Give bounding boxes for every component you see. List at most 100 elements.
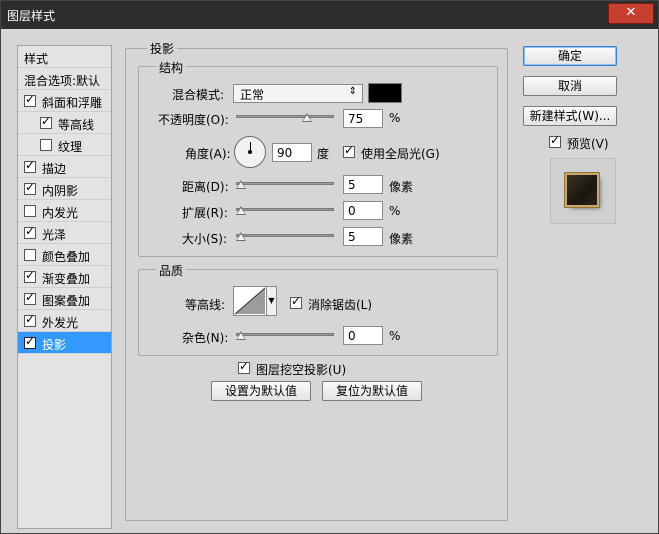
style-item-label: 颜色叠加 [42, 250, 91, 264]
distance-slider[interactable] [236, 177, 334, 191]
noise-slider-thumb[interactable] [236, 331, 246, 340]
style-item[interactable]: ✓ 外发光 [18, 310, 111, 332]
angle-dial[interactable] [234, 136, 266, 168]
style-item-label: 光泽 [42, 228, 67, 242]
angle-input[interactable]: 90 [272, 143, 312, 162]
contour-dropdown-icon[interactable]: ▼ [267, 286, 277, 316]
opacity-unit: % [389, 111, 401, 125]
spread-slider-thumb[interactable] [236, 206, 246, 215]
style-item-label: 内发光 [42, 206, 79, 220]
check-icon: ✓ [25, 268, 36, 282]
styles-header[interactable]: 样式 [18, 46, 111, 68]
size-input[interactable]: 5 [343, 227, 383, 246]
check-icon: ✓ [550, 133, 561, 147]
noise-input[interactable]: 0 [343, 326, 383, 345]
check-icon: ✓ [25, 92, 36, 106]
size-slider-thumb[interactable] [236, 232, 246, 241]
window-title: 图层样式 [7, 9, 56, 23]
style-item-checkbox[interactable]: ✓ [24, 92, 36, 107]
style-item-checkbox[interactable]: ✓ [24, 180, 36, 195]
style-item-checkbox[interactable] [24, 205, 36, 217]
style-item[interactable]: ✓ 投影 [18, 332, 111, 354]
style-item-checkbox[interactable]: ✓ [24, 334, 36, 349]
anti-alias-label: 消除锯齿(L) [308, 298, 373, 312]
style-item-label: 斜面和浮雕 [42, 96, 103, 110]
layer-style-dialog: 图层样式 ✕ 样式 混合选项:默认 ✓ 斜面和浮雕 ✓ 等高线纹理 ✓ 描边 ✓ 内阴影内发光… [0, 0, 659, 534]
check-icon: ✓ [25, 224, 36, 238]
style-item-checkbox[interactable]: ✓ [24, 312, 36, 327]
distance-input[interactable]: 5 [343, 175, 383, 194]
check-icon: ✓ [239, 359, 250, 373]
blend-mode-label: 混合模式: [172, 88, 225, 102]
blending-options-label: 混合选项:默认 [24, 74, 101, 88]
close-button[interactable]: ✕ [608, 3, 654, 24]
reset-default-button[interactable]: 复位为默认值 [322, 381, 422, 401]
shadow-color-swatch[interactable] [368, 83, 402, 103]
style-item[interactable]: ✓ 内阴影 [18, 178, 111, 200]
preview-checkbox[interactable]: ✓ [549, 133, 561, 148]
style-item-checkbox[interactable]: ✓ [24, 290, 36, 305]
distance-slider-track [236, 182, 334, 185]
new-style-button[interactable]: 新建样式(W)... [523, 106, 617, 126]
blend-mode-value: 正常 [240, 88, 265, 102]
noise-label: 杂色(N): [182, 331, 229, 345]
size-label: 大小(S): [182, 232, 228, 246]
style-preview-thumbnail [550, 158, 616, 224]
global-light-label: 使用全局光(G) [361, 147, 440, 161]
style-item-label: 渐变叠加 [42, 272, 91, 286]
spread-slider[interactable] [236, 203, 334, 217]
style-item-checkbox[interactable] [24, 249, 36, 261]
blending-options-item[interactable]: 混合选项:默认 [18, 68, 111, 90]
style-item-checkbox[interactable]: ✓ [24, 268, 36, 283]
check-icon: ✓ [25, 290, 36, 304]
check-icon: ✓ [25, 312, 36, 326]
preview-label: 预览(V) [567, 137, 609, 151]
style-item-label: 图案叠加 [42, 294, 91, 308]
make-default-button[interactable]: 设置为默认值 [211, 381, 311, 401]
styles-list: 样式 混合选项:默认 ✓ 斜面和浮雕 ✓ 等高线纹理 ✓ 描边 ✓ 内阴影内发光 ✓ 光泽颜色叠加… [17, 45, 112, 529]
spread-input[interactable]: 0 [343, 201, 383, 220]
style-item[interactable]: 纹理 [18, 134, 111, 156]
distance-slider-thumb[interactable] [236, 180, 246, 189]
angle-dial-center [248, 150, 252, 154]
structure-title: 结构 [156, 59, 187, 76]
style-item[interactable]: ✓ 光泽 [18, 222, 111, 244]
style-item[interactable]: ✓ 渐变叠加 [18, 266, 111, 288]
check-icon: ✓ [25, 158, 36, 172]
title-bar: 图层样式 ✕ [1, 1, 658, 29]
style-item-checkbox[interactable] [40, 139, 52, 151]
style-item[interactable]: ✓ 描边 [18, 156, 111, 178]
blend-mode-select[interactable]: 正常 ⇕ [233, 84, 363, 103]
size-slider[interactable] [236, 229, 334, 243]
style-item[interactable]: ✓ 斜面和浮雕 [18, 90, 111, 112]
distance-label: 距离(D): [182, 180, 229, 194]
opacity-input[interactable]: 75 [343, 109, 383, 128]
style-item-label: 等高线 [58, 118, 95, 132]
anti-alias-checkbox[interactable]: ✓ [290, 294, 302, 309]
cancel-button[interactable]: 取消 [523, 76, 617, 96]
global-light-checkbox[interactable]: ✓ [343, 143, 355, 158]
opacity-slider[interactable] [236, 110, 334, 124]
knockout-checkbox[interactable]: ✓ [238, 359, 250, 374]
style-item-checkbox[interactable]: ✓ [24, 158, 36, 173]
spread-label: 扩展(R): [182, 206, 228, 220]
style-item[interactable]: ✓ 等高线 [18, 112, 111, 134]
spread-unit: % [389, 204, 401, 218]
dialog-body: 样式 混合选项:默认 ✓ 斜面和浮雕 ✓ 等高线纹理 ✓ 描边 ✓ 内阴影内发光 ✓ 光泽颜色叠加… [1, 29, 658, 533]
style-item-label: 投影 [42, 338, 67, 352]
style-item-checkbox[interactable]: ✓ [40, 114, 52, 129]
angle-unit: 度 [317, 147, 330, 161]
style-item[interactable]: 内发光 [18, 200, 111, 222]
style-item[interactable]: ✓ 图案叠加 [18, 288, 111, 310]
ok-button[interactable]: 确定 [523, 46, 617, 66]
style-item[interactable]: 颜色叠加 [18, 244, 111, 266]
style-item-label: 描边 [42, 162, 67, 176]
opacity-slider-thumb[interactable] [302, 113, 312, 122]
style-item-checkbox[interactable]: ✓ [24, 224, 36, 239]
noise-slider[interactable] [236, 328, 334, 342]
size-slider-track [236, 234, 334, 237]
style-item-label: 内阴影 [42, 184, 79, 198]
check-icon: ✓ [344, 143, 355, 157]
style-item-label: 纹理 [58, 140, 83, 154]
contour-picker[interactable] [233, 286, 267, 316]
